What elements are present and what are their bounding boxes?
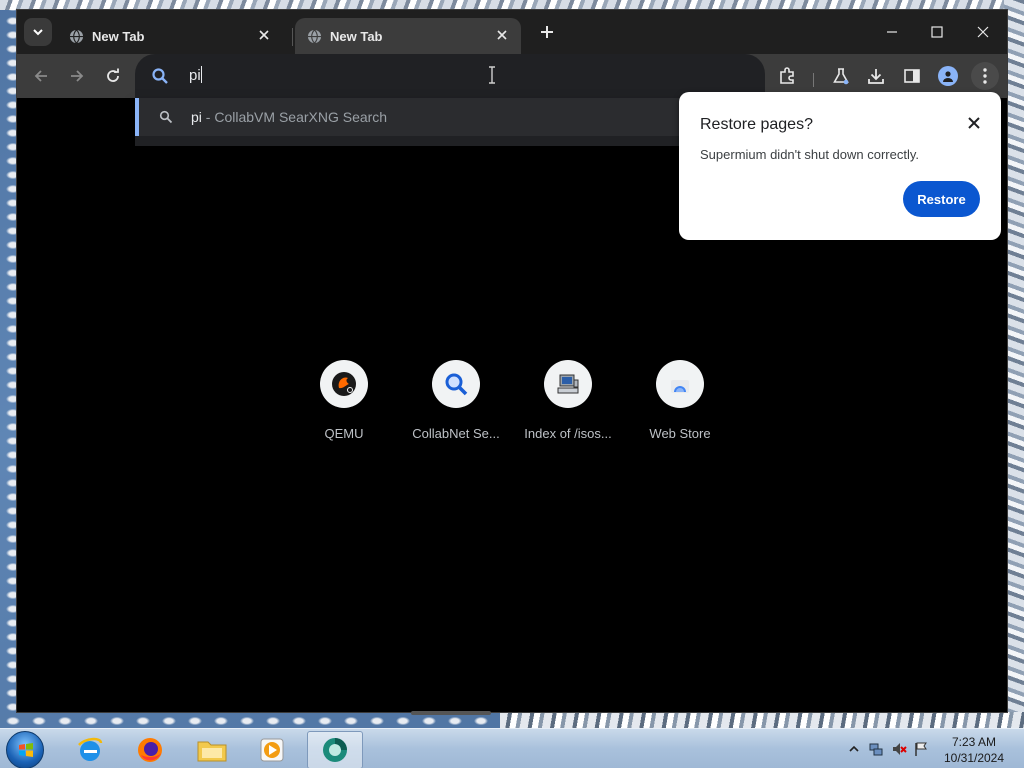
firefox-icon <box>138 738 162 762</box>
side-panel-icon <box>904 69 920 83</box>
shortcut-label: Web Store <box>649 426 711 441</box>
address-bar-input[interactable]: pi <box>189 66 202 84</box>
labs-button[interactable] <box>830 65 852 87</box>
taskbar-supermium[interactable] <box>307 731 363 768</box>
side-panel-button[interactable] <box>901 65 923 87</box>
tab-title: New Tab <box>92 28 145 44</box>
kebab-menu-icon <box>983 68 987 84</box>
clock-date: 10/31/2024 <box>943 751 1005 765</box>
person-icon <box>943 71 953 82</box>
address-bar[interactable]: pi <box>135 54 765 98</box>
search-icon <box>152 68 168 84</box>
restore-pages-dialog: Restore pages? Supermium didn't shut dow… <box>679 92 1001 240</box>
horizontal-scrollbar[interactable] <box>411 711 491 715</box>
download-icon <box>868 69 884 84</box>
taskbar-internet-explorer[interactable] <box>62 731 118 768</box>
dialog-message: Supermium didn't shut down correctly. <box>700 147 920 162</box>
web-store-icon <box>671 380 689 393</box>
tab-divider <box>292 28 293 46</box>
computer-icon <box>557 374 579 394</box>
close-icon <box>977 26 989 38</box>
close-window-button[interactable] <box>960 18 1006 46</box>
taskbar-file-explorer[interactable] <box>184 731 240 768</box>
maximize-icon <box>931 26 943 38</box>
shortcut-label: CollabNet Se... <box>412 426 500 441</box>
omnibox-suggestions: pi - CollabVM SearXNG Search <box>135 98 765 146</box>
action-center-flag-icon[interactable] <box>913 741 929 757</box>
shortcut-collabnet[interactable]: CollabNet Se... <box>401 360 511 441</box>
file-explorer-icon <box>197 741 227 762</box>
maximize-button[interactable] <box>914 18 960 46</box>
taskbar: 7:23 AM 10/31/2024 <box>0 728 1024 768</box>
reload-button[interactable] <box>99 62 127 90</box>
arrow-left-icon <box>34 70 47 82</box>
flask-icon <box>833 68 849 85</box>
taskbar-media-player[interactable] <box>244 731 300 768</box>
minimize-button[interactable] <box>869 18 915 46</box>
media-player-icon <box>260 738 284 762</box>
restore-button[interactable]: Restore <box>903 181 980 217</box>
network-icon[interactable] <box>868 741 884 757</box>
tab-strip: New Tab New Tab <box>17 10 1007 54</box>
tab-new-tab-1[interactable]: New Tab <box>57 18 283 54</box>
suggestion-item[interactable]: pi - CollabVM SearXNG Search <box>135 98 765 136</box>
system-clock[interactable]: 7:23 AM 10/31/2024 <box>938 734 1010 766</box>
taskbar-firefox[interactable] <box>122 731 178 768</box>
shortcut-label: Index of /isos... <box>524 426 612 441</box>
forward-button[interactable] <box>63 62 91 90</box>
globe-icon <box>69 29 84 43</box>
volume-muted-icon[interactable] <box>891 741 907 757</box>
internet-explorer-icon <box>78 737 103 761</box>
qemu-icon <box>332 372 356 396</box>
downloads-button[interactable] <box>865 65 887 87</box>
tab-new-tab-2[interactable]: New Tab <box>295 18 521 54</box>
globe-icon <box>307 29 322 43</box>
menu-button[interactable] <box>971 62 999 90</box>
suggestion-source: CollabVM SearXNG Search <box>214 109 388 125</box>
arrow-right-icon <box>71 70 84 82</box>
shortcut-index-isos[interactable]: Index of /isos... <box>513 360 623 441</box>
windows-logo-icon <box>19 743 33 757</box>
shortcut-qemu[interactable]: QEMU <box>289 360 399 441</box>
shortcut-icon-circle <box>656 360 704 408</box>
close-icon[interactable] <box>495 28 509 42</box>
text-cursor-icon <box>489 66 495 84</box>
shortcut-label: QEMU <box>324 426 364 441</box>
suggestion-separator: - <box>201 109 215 125</box>
puzzle-icon <box>780 67 794 84</box>
new-tab-plus-icon[interactable] <box>539 24 555 40</box>
tab-search-button[interactable] <box>24 18 52 46</box>
wallpaper-pattern <box>500 712 1024 728</box>
reload-icon <box>107 68 119 82</box>
start-button[interactable] <box>6 731 44 768</box>
back-button[interactable] <box>27 62 55 90</box>
avatar <box>938 66 958 86</box>
magnifier-icon <box>445 373 468 396</box>
chevron-down-icon <box>33 29 43 36</box>
shortcut-icon-circle <box>432 360 480 408</box>
chevron-up-icon[interactable] <box>846 741 862 757</box>
clock-time: 7:23 AM <box>951 735 997 749</box>
close-icon[interactable] <box>967 116 981 130</box>
close-icon[interactable] <box>257 28 271 42</box>
minimize-icon <box>887 31 897 33</box>
shortcut-web-store[interactable]: Web Store <box>625 360 735 441</box>
profile-button[interactable] <box>937 65 959 87</box>
browser-window: New Tab New Tab pi pi - CollabVM SearXNG… <box>16 9 1008 715</box>
toolbar-separator <box>813 73 814 87</box>
search-icon <box>159 110 173 124</box>
tab-title: New Tab <box>330 28 383 44</box>
dialog-title: Restore pages? <box>700 116 813 133</box>
supermium-icon <box>323 738 347 762</box>
extensions-button[interactable] <box>776 65 798 87</box>
shortcut-icon-circle <box>320 360 368 408</box>
suggestion-query: pi <box>191 109 202 125</box>
shortcut-icon-circle <box>544 360 592 408</box>
